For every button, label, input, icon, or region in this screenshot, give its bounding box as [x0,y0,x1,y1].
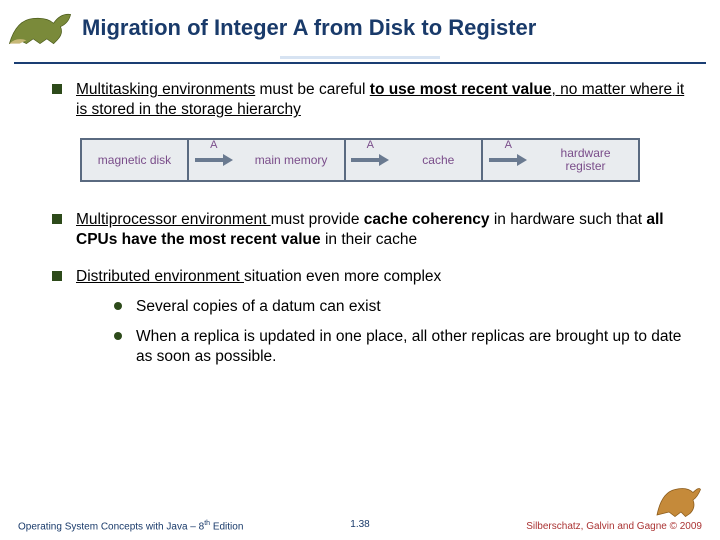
footer-left: Operating System Concepts with Java – 8t… [18,520,243,532]
diagram-arrow-3: A [483,138,533,182]
arrow-label: A [210,138,217,152]
bullet-distributed: Distributed environment situation even m… [50,267,692,368]
title-underline [14,62,706,64]
footer-copyright: Silberschatz, Galvin and Gagne © 2009 [526,521,702,532]
diagram-box-register: hardware register [533,138,640,182]
dinosaur-bottom-icon [654,479,702,521]
title-row: Migration of Integer A from Disk to Regi… [0,0,720,50]
text: in hardware such that [490,211,647,228]
footer: Operating System Concepts with Java – 8t… [18,479,702,532]
text: in their cache [321,231,418,248]
footer-right: Silberschatz, Galvin and Gagne © 2009 [526,479,702,532]
title-accent [280,56,440,59]
arrow-label: A [367,138,374,152]
diagram-arrow-1: A [189,138,239,182]
slide: Migration of Integer A from Disk to Regi… [0,0,720,540]
arrow-label: A [505,138,512,152]
bullet-multitasking: Multitasking environments must be carefu… [50,80,692,120]
slide-body: Multitasking environments must be carefu… [50,80,692,383]
arrow-right-icon [195,154,233,166]
subbullet-replica: When a replica is updated in one place, … [110,327,692,367]
text: to use most recent value [370,81,552,98]
migration-diagram: magnetic disk A main memory A cache A ha… [80,138,640,182]
text: environments [158,81,255,98]
slide-title: Migration of Integer A from Disk to Regi… [82,15,706,41]
diagram-box-cache: cache [395,138,483,182]
text: Edition [210,521,243,532]
text: cache coherency [364,211,490,228]
text: must be careful [255,81,370,98]
text: must provide [271,211,364,228]
diagram-box-memory: main memory [239,138,346,182]
arrow-right-icon [351,154,389,166]
text: Multiprocessor environment [76,211,271,228]
diagram-arrow-2: A [346,138,396,182]
bullet-multiprocessor: Multiprocessor environment must provide … [50,210,692,250]
subbullet-copies: Several copies of a datum can exist [110,297,692,317]
diagram-box-disk: magnetic disk [80,138,189,182]
text: Operating System Concepts with Java – 8 [18,521,204,532]
dinosaur-top-icon [6,6,74,50]
arrow-right-icon [489,154,527,166]
text: Distributed environment [76,268,244,285]
text: situation even more complex [244,268,441,285]
text: Multitasking [76,81,158,98]
footer-page-number: 1.38 [350,519,369,530]
